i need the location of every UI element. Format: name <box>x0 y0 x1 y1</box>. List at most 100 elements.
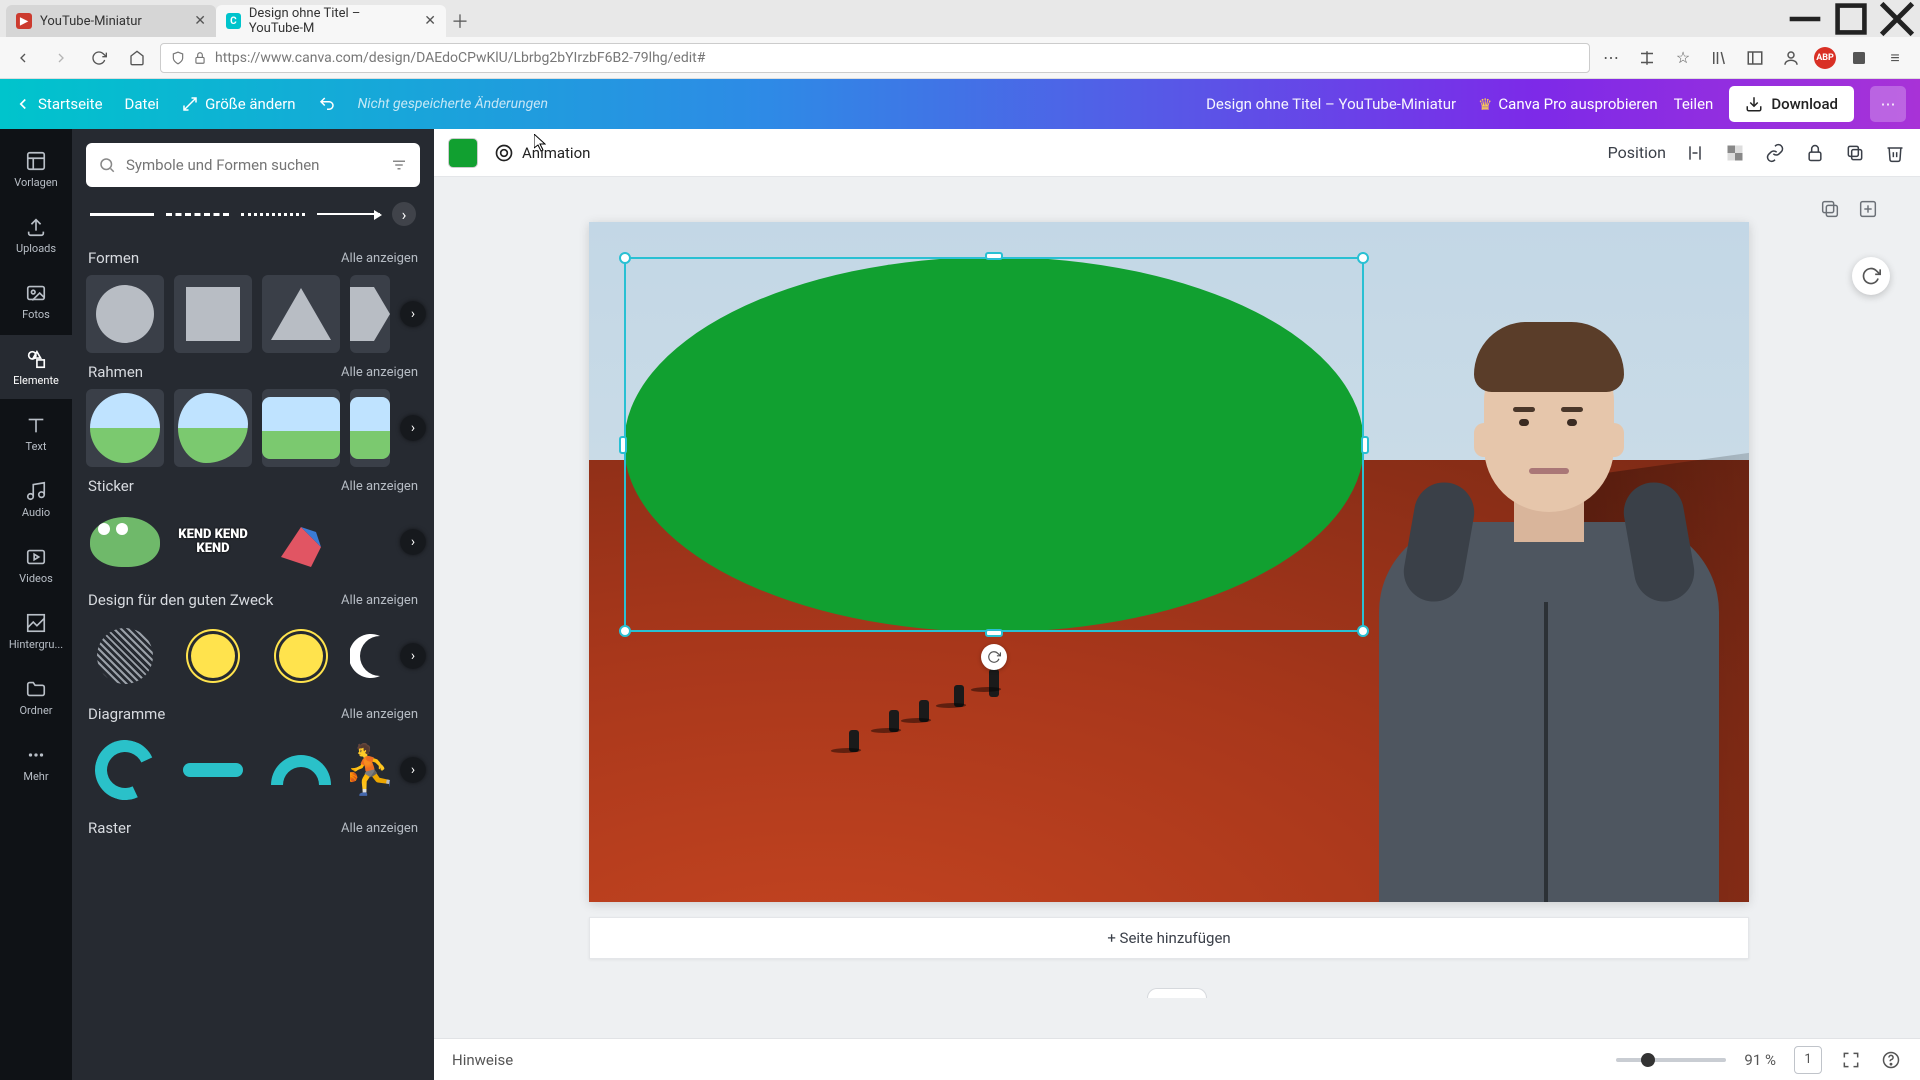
shape-circle[interactable] <box>86 275 164 353</box>
undo-button[interactable] <box>318 95 336 113</box>
chart-gauge[interactable] <box>262 731 340 809</box>
duplicate-page-icon[interactable] <box>1818 197 1842 221</box>
line-dotted[interactable] <box>241 213 305 216</box>
design-page[interactable] <box>589 222 1749 902</box>
menu-icon[interactable]: ≡ <box>1882 45 1908 71</box>
close-icon[interactable]: ✕ <box>424 13 436 29</box>
page-actions-icon[interactable]: ⋯ <box>1598 45 1624 71</box>
rail-templates[interactable]: Vorlagen <box>0 137 72 201</box>
duplicate-icon[interactable] <box>1844 142 1866 164</box>
see-all-link[interactable]: Alle anzeigen <box>341 593 418 608</box>
cause-sun1[interactable] <box>174 617 252 695</box>
add-page-button[interactable]: + Seite hinzufügen <box>589 917 1749 959</box>
resize-menu[interactable]: Größe ändern <box>181 95 296 113</box>
resize-handle[interactable] <box>985 252 1003 260</box>
resize-handle[interactable] <box>619 252 631 264</box>
notes-button[interactable]: Hinweise <box>452 1051 513 1069</box>
line-arrow[interactable] <box>317 213 381 215</box>
rotate-handle[interactable] <box>981 644 1007 670</box>
lock-icon[interactable] <box>1804 142 1826 164</box>
transparency-icon[interactable] <box>1724 142 1746 164</box>
bottom-notch[interactable] <box>1147 988 1207 998</box>
rail-videos[interactable]: Videos <box>0 533 72 597</box>
filter-icon[interactable] <box>390 156 408 174</box>
rail-background[interactable]: Hintergru... <box>0 599 72 663</box>
url-bar[interactable]: https://www.canva.com/design/DAEdoCPwKlU… <box>160 43 1590 73</box>
extension-icon[interactable] <box>1846 45 1872 71</box>
browser-tab[interactable]: ▶ YouTube-Miniatur ✕ <box>6 5 216 37</box>
link-icon[interactable] <box>1764 142 1786 164</box>
spacing-icon[interactable] <box>1684 142 1706 164</box>
window-close[interactable] <box>1874 0 1920 37</box>
scroll-next-icon[interactable]: › <box>400 415 426 441</box>
zoom-percent[interactable]: 91 % <box>1744 1051 1776 1069</box>
file-menu[interactable]: Datei <box>125 95 160 113</box>
nav-back[interactable] <box>8 43 38 73</box>
rail-more[interactable]: Mehr <box>0 731 72 795</box>
resize-handle[interactable] <box>619 625 631 637</box>
line-solid[interactable] <box>90 213 154 216</box>
close-icon[interactable]: ✕ <box>194 13 206 29</box>
document-title[interactable]: Design ohne Titel – YouTube-Miniatur <box>1206 95 1456 113</box>
help-icon[interactable] <box>1880 1049 1902 1071</box>
rail-text[interactable]: Text <box>0 401 72 465</box>
line-dashed[interactable] <box>166 213 230 216</box>
bookmark-icon[interactable]: ☆ <box>1670 45 1696 71</box>
account-icon[interactable] <box>1778 45 1804 71</box>
see-all-link[interactable]: Alle anzeigen <box>341 251 418 266</box>
resize-handle[interactable] <box>619 436 627 454</box>
see-all-link[interactable]: Alle anzeigen <box>341 821 418 836</box>
page-indicator[interactable]: 1 <box>1794 1046 1822 1074</box>
try-pro-button[interactable]: ♛ Canva Pro ausprobieren <box>1478 95 1658 114</box>
canvas-viewport[interactable]: + Seite hinzufügen <box>434 177 1920 1038</box>
reset-icon[interactable] <box>1852 257 1890 295</box>
rail-audio[interactable]: Audio <box>0 467 72 531</box>
frame-blob[interactable] <box>174 389 252 467</box>
window-maximize[interactable] <box>1828 0 1874 37</box>
sidebar-icon[interactable] <box>1742 45 1768 71</box>
nav-home[interactable] <box>122 43 152 73</box>
frame-rect[interactable] <box>262 389 340 467</box>
nav-forward[interactable] <box>46 43 76 73</box>
see-all-link[interactable]: Alle anzeigen <box>341 365 418 380</box>
more-menu[interactable]: ⋯ <box>1870 86 1906 122</box>
search-input[interactable] <box>126 156 380 174</box>
new-tab-button[interactable]: ＋ <box>446 5 474 37</box>
library-icon[interactable] <box>1706 45 1732 71</box>
rail-uploads[interactable]: Uploads <box>0 203 72 267</box>
zoom-thumb[interactable] <box>1641 1053 1655 1067</box>
resize-handle[interactable] <box>1357 252 1369 264</box>
fill-color-swatch[interactable] <box>448 138 478 168</box>
chart-bar[interactable] <box>174 731 252 809</box>
resize-handle[interactable] <box>985 629 1003 637</box>
search-input-wrapper[interactable] <box>86 143 420 187</box>
sticker-pinata[interactable] <box>262 503 340 581</box>
cause-sun2[interactable] <box>262 617 340 695</box>
fullscreen-icon[interactable] <box>1840 1049 1862 1071</box>
frame-partial[interactable] <box>350 389 390 467</box>
nav-home-app[interactable]: Startseite <box>14 95 103 113</box>
browser-tab[interactable]: C Design ohne Titel – YouTube-M ✕ <box>216 5 446 37</box>
rail-elements[interactable]: Elemente <box>0 335 72 399</box>
scroll-next-icon[interactable]: › <box>400 757 426 783</box>
shape-square[interactable] <box>174 275 252 353</box>
download-button[interactable]: Download <box>1729 86 1854 122</box>
person-photo[interactable] <box>1339 322 1749 902</box>
nav-reload[interactable] <box>84 43 114 73</box>
rail-folders[interactable]: Ordner <box>0 665 72 729</box>
share-button[interactable]: Teilen <box>1674 95 1714 113</box>
chart-pictogram[interactable]: ⛹ <box>350 731 390 809</box>
trash-icon[interactable] <box>1884 142 1906 164</box>
scroll-next-icon[interactable]: › <box>400 643 426 669</box>
adblock-icon[interactable]: ABP <box>1814 47 1836 69</box>
zoom-slider[interactable] <box>1616 1058 1726 1062</box>
chart-donut[interactable] <box>86 731 164 809</box>
window-minimize[interactable] <box>1782 0 1828 37</box>
sticker-partial[interactable] <box>350 503 390 581</box>
scroll-next-icon[interactable]: › <box>392 202 416 226</box>
cause-moon[interactable] <box>350 617 390 695</box>
shape-triangle[interactable] <box>262 275 340 353</box>
reader-icon[interactable] <box>1634 45 1660 71</box>
sticker-turtle[interactable] <box>86 503 164 581</box>
add-page-icon[interactable] <box>1856 197 1880 221</box>
